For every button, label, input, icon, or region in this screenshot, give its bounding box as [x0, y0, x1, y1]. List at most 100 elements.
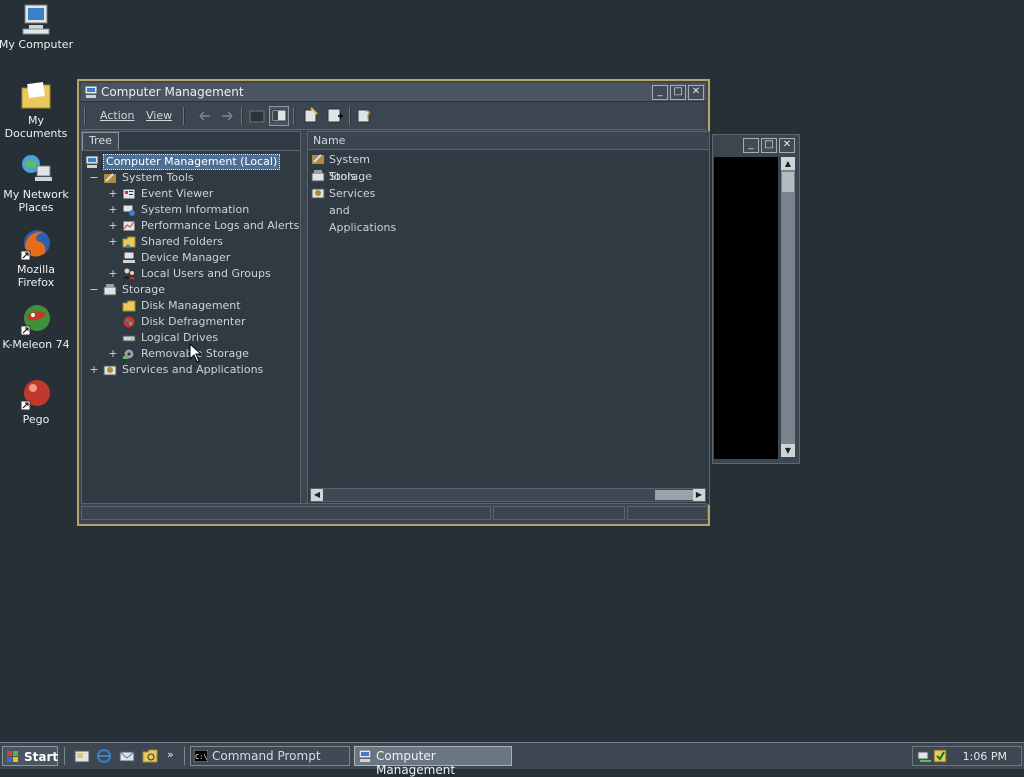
firefox-icon — [19, 227, 53, 261]
tree-view[interactable]: Computer Management (Local) − System Too… — [82, 150, 300, 504]
status-cell — [627, 506, 708, 520]
tab-tree[interactable]: Tree — [82, 132, 119, 150]
start-label: Start — [24, 750, 59, 764]
desktop-icon-my-documents[interactable]: My Documents — [0, 78, 74, 140]
close-button[interactable]: ✕ — [688, 85, 704, 100]
menu-view[interactable]: View — [146, 109, 172, 122]
removable-storage-icon — [123, 348, 135, 360]
window-title: Computer Management — [101, 85, 244, 99]
computer-icon — [85, 156, 99, 168]
taskbar: Start » C:\ Command Prompt Computer Mana… — [0, 742, 1024, 777]
up-one-level-button[interactable] — [247, 106, 267, 126]
desktop-icon-pego[interactable]: Pego — [0, 377, 74, 426]
services-applications-icon — [311, 188, 325, 199]
desktop-icon-network-places[interactable]: My Network Places — [0, 152, 74, 214]
export-list-button[interactable] — [301, 106, 321, 126]
vertical-scrollbar[interactable]: ▲ ▼ — [781, 157, 795, 457]
column-header-name[interactable]: Name — [308, 132, 709, 150]
expand-expander[interactable]: + — [108, 266, 118, 282]
tree-node-label: Disk Defragmenter — [141, 315, 246, 328]
k-meleon-icon — [19, 302, 53, 336]
details-pane: Name System Tools Storage Services and A… — [307, 131, 710, 505]
expand-expander[interactable]: + — [108, 234, 118, 250]
command-prompt-window[interactable]: _ □ ✕ ▲ ▼ — [712, 134, 800, 464]
tree-node-label: Logical Drives — [141, 331, 219, 344]
collapse-expander[interactable]: − — [89, 170, 99, 186]
quicklaunch-more-chevron[interactable]: » — [167, 748, 174, 761]
minimize-button[interactable]: _ — [652, 85, 668, 100]
desktop-icon-my-computer[interactable]: My Computer — [0, 2, 74, 51]
show-desktop-icon[interactable] — [74, 748, 90, 764]
toolbar: Action View ? — [81, 103, 706, 130]
tree-node-label: Storage — [122, 283, 166, 296]
toolbar-separator — [349, 107, 351, 125]
expand-expander[interactable]: + — [108, 346, 118, 362]
minimize-button[interactable]: _ — [743, 138, 759, 153]
toolbar-separator — [241, 107, 243, 125]
desktop-icon-firefox[interactable]: Mozilla Firefox — [0, 227, 74, 289]
outlook-express-icon[interactable] — [119, 748, 135, 764]
title-bar[interactable]: Computer Management _ □ ✕ — [81, 83, 706, 102]
start-button[interactable]: Start — [2, 746, 58, 766]
task-computer-management[interactable]: Computer Management — [354, 746, 512, 777]
storage-icon — [103, 284, 117, 296]
show-hide-tree-button[interactable] — [269, 106, 289, 126]
help-icon: ? — [357, 109, 371, 123]
new-window-button[interactable] — [325, 106, 345, 126]
scroll-up-arrow[interactable]: ▲ — [781, 157, 795, 170]
computer-management-window: Computer Management _ □ ✕ Action View ? … — [77, 79, 710, 526]
explorer-icon[interactable] — [142, 748, 158, 764]
collapse-expander[interactable]: − — [89, 282, 99, 298]
column-header-label: Name — [313, 134, 346, 147]
horizontal-scrollbar[interactable]: ◀ ▶ — [310, 488, 706, 502]
expand-expander[interactable]: + — [108, 186, 118, 202]
command-prompt-icon: C:\ — [194, 750, 208, 762]
help-button[interactable]: ? — [355, 106, 375, 126]
tree-pane: Tree Computer Management (Local) − Syste… — [81, 131, 301, 505]
menu-action[interactable]: Action — [100, 109, 134, 122]
system-tools-icon — [312, 154, 324, 164]
system-tools-icon — [104, 173, 116, 183]
task-command-prompt[interactable]: C:\ Command Prompt — [190, 746, 350, 766]
tree-node-label: System Tools — [122, 171, 194, 184]
clock[interactable]: 1:06 PM — [963, 750, 1007, 763]
svg-text:?: ? — [365, 109, 371, 122]
back-arrow-icon — [199, 111, 210, 121]
folder-up-icon — [249, 110, 265, 123]
system-information-icon — [122, 204, 135, 216]
export-list-icon — [304, 107, 318, 123]
scroll-thumb[interactable] — [655, 490, 693, 500]
scroll-right-arrow[interactable]: ▶ — [693, 489, 705, 501]
shared-folder-icon — [122, 236, 136, 248]
windows-logo-icon — [7, 751, 18, 762]
mouse-cursor-icon — [189, 343, 203, 363]
forward-button[interactable] — [217, 106, 237, 126]
desktop-icon-k-meleon[interactable]: K-Meleon 74 — [0, 302, 74, 351]
desktop-icon-label: My Computer — [0, 38, 74, 51]
internet-explorer-icon[interactable] — [96, 748, 112, 764]
expand-expander[interactable]: + — [89, 362, 99, 378]
new-window-icon — [327, 108, 343, 123]
expand-expander[interactable]: + — [108, 202, 118, 218]
scroll-thumb[interactable] — [782, 172, 794, 192]
tree-node-label: Local Users and Groups — [141, 267, 271, 280]
maximize-button[interactable]: □ — [670, 85, 686, 100]
security-tray-icon[interactable] — [933, 749, 949, 763]
folder-documents-icon — [19, 78, 53, 112]
console-area[interactable] — [714, 157, 778, 459]
computer-management-icon — [84, 86, 98, 98]
scroll-left-arrow[interactable]: ◀ — [311, 489, 323, 501]
network-tray-icon[interactable] — [917, 749, 933, 763]
storage-icon — [311, 170, 325, 182]
tree-node-label: Shared Folders — [141, 235, 223, 248]
scroll-down-arrow[interactable]: ▼ — [781, 444, 795, 457]
maximize-button[interactable]: □ — [761, 138, 777, 153]
tree-node-label: Event Viewer — [141, 187, 214, 200]
back-button[interactable] — [195, 106, 215, 126]
pego-icon — [19, 377, 53, 411]
close-button[interactable]: ✕ — [779, 138, 795, 153]
tree-node-label: Performance Logs and Alerts — [141, 219, 300, 232]
expand-expander[interactable]: + — [108, 218, 118, 234]
desktop-icon-label: My Network Places — [3, 188, 69, 214]
device-manager-icon — [123, 252, 135, 263]
